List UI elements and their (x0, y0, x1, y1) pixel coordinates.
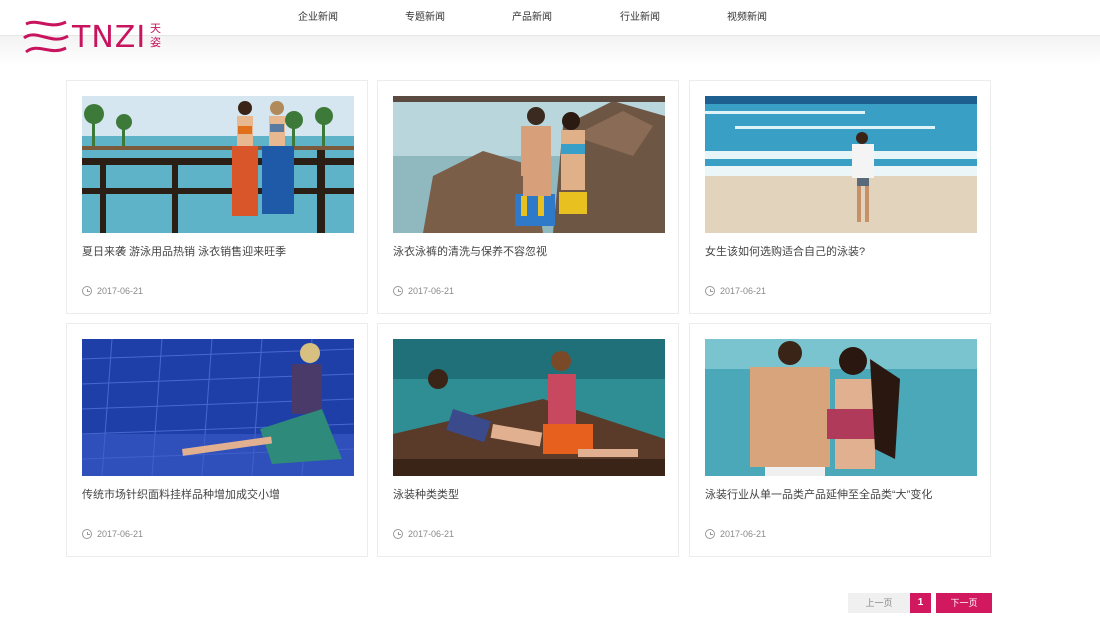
article-image-couple-rocks[interactable] (393, 96, 665, 233)
article-image-couple-embrace[interactable] (705, 339, 977, 476)
clock-icon (82, 286, 92, 296)
nav-item-industry-news[interactable]: 行业新闻 (620, 8, 660, 23)
article-date: 2017-06-21 (705, 529, 766, 539)
clock-icon (393, 529, 403, 539)
article-title[interactable]: 泳装行业从单一品类产品延伸至全品类“大”变化 (705, 486, 932, 502)
brand-logo[interactable]: TNZI 天姿 (22, 18, 172, 58)
article-card[interactable]: 女生该如何选购适合自己的泳装? 2017-06-21 (689, 80, 991, 314)
article-date: 2017-06-21 (82, 529, 143, 539)
article-image-woman-beach[interactable] (705, 96, 977, 233)
article-card[interactable]: 泳衣泳裤的清洗与保养不容忽视 2017-06-21 (377, 80, 679, 314)
article-date: 2017-06-21 (705, 286, 766, 296)
article-card[interactable]: 传统市场针织面料挂样品种增加成交小增 2017-06-21 (66, 323, 368, 557)
article-date-text: 2017-06-21 (97, 529, 144, 539)
nav-item-product-news[interactable]: 产品新闻 (512, 8, 552, 23)
logo-chinese: 天姿 (150, 23, 161, 49)
logo-text: TNZI (72, 20, 147, 55)
article-card[interactable]: 泳装行业从单一品类产品延伸至全品类“大”变化 2017-06-21 (689, 323, 991, 557)
article-date: 2017-06-21 (393, 529, 454, 539)
article-date-text: 2017-06-21 (720, 529, 767, 539)
clock-icon (705, 286, 715, 296)
article-title[interactable]: 女生该如何选购适合自己的泳装? (705, 243, 865, 259)
clock-icon (82, 529, 92, 539)
article-card[interactable]: 夏日来袭 游泳用品热销 泳衣销售迎来旺季 2017-06-21 (66, 80, 368, 314)
article-date-text: 2017-06-21 (720, 286, 767, 296)
article-title[interactable]: 传统市场针织面料挂样品种增加成交小增 (82, 486, 280, 502)
article-title[interactable]: 夏日来袭 游泳用品热销 泳衣销售迎来旺季 (82, 243, 286, 259)
article-date: 2017-06-21 (82, 286, 143, 296)
clock-icon (393, 286, 403, 296)
article-date-text: 2017-06-21 (408, 529, 455, 539)
article-date-text: 2017-06-21 (97, 286, 144, 296)
prev-page-button[interactable]: 上一页 (848, 593, 910, 613)
article-image-women-lounger[interactable] (393, 339, 665, 476)
article-date-text: 2017-06-21 (408, 286, 455, 296)
nav-item-special-news[interactable]: 专题新闻 (405, 8, 445, 23)
nav-item-company-news[interactable]: 企业新闻 (298, 8, 338, 23)
article-image-swimsuit-boardwalk[interactable] (82, 96, 354, 233)
logo-mark-icon (23, 20, 69, 54)
clock-icon (705, 529, 715, 539)
article-date: 2017-06-21 (393, 286, 454, 296)
article-card[interactable]: 泳装种类类型 2017-06-21 (377, 323, 679, 557)
page-number-button[interactable]: 1 (910, 593, 931, 613)
article-title[interactable]: 泳装种类类型 (393, 486, 459, 502)
next-page-button[interactable]: 下一页 (936, 593, 992, 613)
article-title[interactable]: 泳衣泳裤的清洗与保养不容忽视 (393, 243, 547, 259)
article-image-woman-pool[interactable] (82, 339, 354, 476)
nav-item-video-news[interactable]: 视频新闻 (727, 8, 767, 23)
